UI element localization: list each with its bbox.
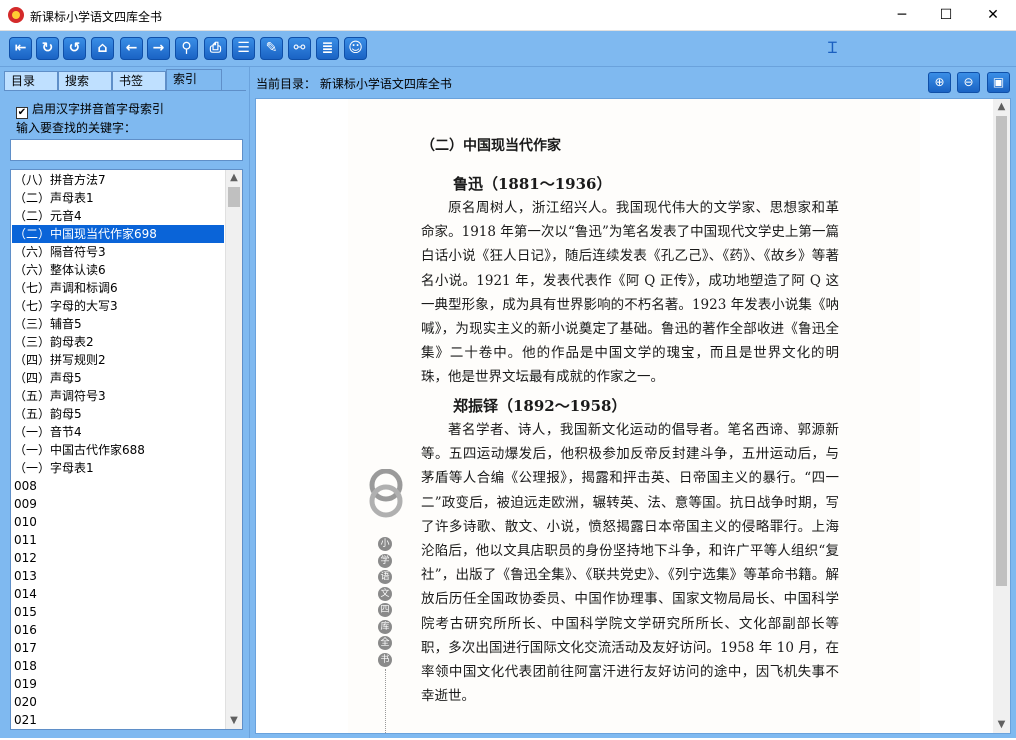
index-list-item[interactable]: 012	[12, 549, 224, 567]
home-icon[interactable]: ⌂	[91, 37, 114, 60]
index-list-item[interactable]: （五）声调符号3	[12, 387, 224, 405]
entry-text: 原名周树人，浙江绍兴人。我国现代伟大的文学家、思想家和革命家。1918 年第一次…	[421, 200, 839, 386]
back-arrow-icon[interactable]: ←	[120, 37, 143, 60]
title-bar: 新课标小学语文四库全书 ─ ☐ ✕	[0, 0, 1016, 31]
scroll-down-icon[interactable]: ▼	[993, 717, 1010, 733]
vertical-title-char: 库	[378, 619, 392, 634]
index-list-item[interactable]: （一）字母表1	[12, 459, 224, 477]
book-seal-icon	[369, 469, 403, 518]
edit-icon[interactable]: ✎	[260, 37, 283, 60]
pinyin-index-option[interactable]: ✔ 启用汉字拼音首字母索引	[16, 100, 164, 119]
document-icon[interactable]: ☰	[232, 37, 255, 60]
index-list-item[interactable]: 021	[12, 711, 224, 729]
notes-icon[interactable]: ≣	[316, 37, 339, 60]
vertical-title-char: 语	[378, 570, 392, 584]
exit-icon[interactable]: ⇤	[9, 37, 32, 60]
print-icon[interactable]: ⎙	[204, 37, 227, 60]
maximize-button[interactable]: ☐	[923, 0, 969, 31]
forward-arrow-icon[interactable]: →	[147, 37, 170, 60]
index-list-item[interactable]: 011	[12, 531, 224, 549]
scroll-up-icon[interactable]: ▲	[993, 99, 1010, 115]
index-list-item[interactable]: （六）整体认读6	[12, 261, 224, 279]
scroll-thumb[interactable]	[996, 116, 1007, 586]
minimize-button[interactable]: ─	[879, 0, 925, 31]
tab-search[interactable]: 搜索	[58, 71, 112, 91]
vertical-title-char: 小	[378, 537, 392, 551]
document-viewer[interactable]: （二）中国现当代作家 鲁迅（1881～1936） 原名周树人，浙江绍兴人。我国现…	[255, 98, 1011, 734]
index-list-item[interactable]: （三）辅音5	[12, 315, 224, 333]
smiley-icon[interactable]: ☺	[344, 37, 367, 60]
index-list-item[interactable]: 009	[12, 495, 224, 513]
vertical-title-char: 文	[378, 586, 392, 601]
tab-underline	[4, 90, 246, 91]
vertical-title-char: 四	[378, 603, 392, 617]
keyword-input[interactable]	[10, 139, 243, 161]
entry-title: 鲁迅（1881～1936）	[453, 175, 612, 193]
app-logo-icon	[8, 7, 24, 23]
index-list-item[interactable]: （七）字母的大写3	[12, 297, 224, 315]
index-list-item[interactable]: （一）音节4	[12, 423, 224, 441]
index-list-item[interactable]: （二）中国现当代作家698	[12, 225, 224, 243]
index-list-item[interactable]: 017	[12, 639, 224, 657]
index-list-item[interactable]: （六）隔音符号3	[12, 243, 224, 261]
zoom-in-icon[interactable]: ⊕	[928, 72, 951, 93]
index-list-item[interactable]: 019	[12, 675, 224, 693]
right-panel: 当前目录： 新课标小学语文四库全书 ⊕ ⊖ ▣ （二）中国现当代作家 鲁迅（18…	[250, 67, 1016, 738]
index-list-item[interactable]: （四）拼写规则2	[12, 351, 224, 369]
index-list-item[interactable]: 013	[12, 567, 224, 585]
link-icon[interactable]: ⚯	[288, 37, 311, 60]
vertical-title-char: 学	[378, 553, 392, 568]
viewer-scrollbar[interactable]: ▲ ▼	[993, 99, 1010, 733]
index-list-item[interactable]: （四）声母5	[12, 369, 224, 387]
close-button[interactable]: ✕	[970, 0, 1016, 31]
scroll-up-icon[interactable]: ▲	[226, 170, 242, 186]
vertical-title-char: 书	[378, 652, 392, 667]
tab-index[interactable]: 索引	[166, 69, 222, 91]
vertical-title-char: 全	[378, 636, 392, 650]
index-list-item[interactable]: 016	[12, 621, 224, 639]
index-list-item[interactable]: 014	[12, 585, 224, 603]
left-panel: 目录 搜索 书签 索引 ✔ 启用汉字拼音首字母索引 输入要查找的关键字： （八）拼…	[0, 67, 250, 738]
margin-dotted-line	[385, 669, 386, 733]
index-list-item[interactable]: （二）声母表1	[12, 189, 224, 207]
pinyin-index-checkbox[interactable]: ✔	[16, 107, 28, 119]
search-icon[interactable]: ⚲	[175, 37, 198, 60]
index-list-item[interactable]: 008	[12, 477, 224, 495]
section-heading: （二）中国现当代作家	[421, 138, 561, 154]
fullscreen-icon[interactable]: ▣	[987, 72, 1010, 93]
index-list[interactable]: （八）拼音方法7 （二）声母表1 （二）元音4 （二）中国现当代作家698 （六）隔音符…	[10, 169, 243, 730]
tab-contents[interactable]: 目录	[4, 71, 58, 91]
index-list-item[interactable]: 018	[12, 657, 224, 675]
index-list-item[interactable]: 010	[12, 513, 224, 531]
index-list-item[interactable]: （八）拼音方法7	[12, 171, 224, 189]
vertical-book-title: 小学语文四库全书	[378, 537, 394, 669]
tab-bookmarks[interactable]: 书签	[112, 71, 166, 91]
refresh-icon[interactable]: ↻	[36, 37, 59, 60]
pinyin-index-label: 启用汉字拼音首字母索引	[32, 102, 165, 116]
entry-title: 郑振铎（1892～1958）	[453, 397, 627, 415]
index-list-item[interactable]: （三）韵母表2	[12, 333, 224, 351]
keyword-label: 输入要查找的关键字：	[16, 121, 137, 135]
index-list-item[interactable]: 020	[12, 693, 224, 711]
index-list-scrollbar[interactable]: ▲ ▼	[225, 170, 242, 729]
index-list-item[interactable]: （五）韵母5	[12, 405, 224, 423]
text-cursor-icon: Ɪ	[828, 38, 837, 57]
toolbar: ⇤ ↻ ↺ ⌂ ← → ⚲ ⎙ ☰ ✎ ⚯ ≣ ☺	[0, 31, 1016, 67]
scroll-down-icon[interactable]: ▼	[226, 713, 242, 729]
entry-text: 著名学者、诗人，我国新文化运动的倡导者。笔名西谛、郭源新等。五四运动爆发后，他积…	[421, 422, 839, 705]
scroll-thumb[interactable]	[228, 187, 240, 207]
current-directory: 当前目录： 新课标小学语文四库全书	[256, 77, 452, 91]
window-title: 新课标小学语文四库全书	[30, 10, 163, 24]
zoom-out-icon[interactable]: ⊖	[957, 72, 980, 93]
index-list-item[interactable]: （七）声调和标调6	[12, 279, 224, 297]
reload-icon[interactable]: ↺	[63, 37, 86, 60]
index-list-item[interactable]: （一）中国古代作家688	[12, 441, 224, 459]
index-list-item[interactable]: （二）元音4	[12, 207, 224, 225]
index-list-item[interactable]: 015	[12, 603, 224, 621]
